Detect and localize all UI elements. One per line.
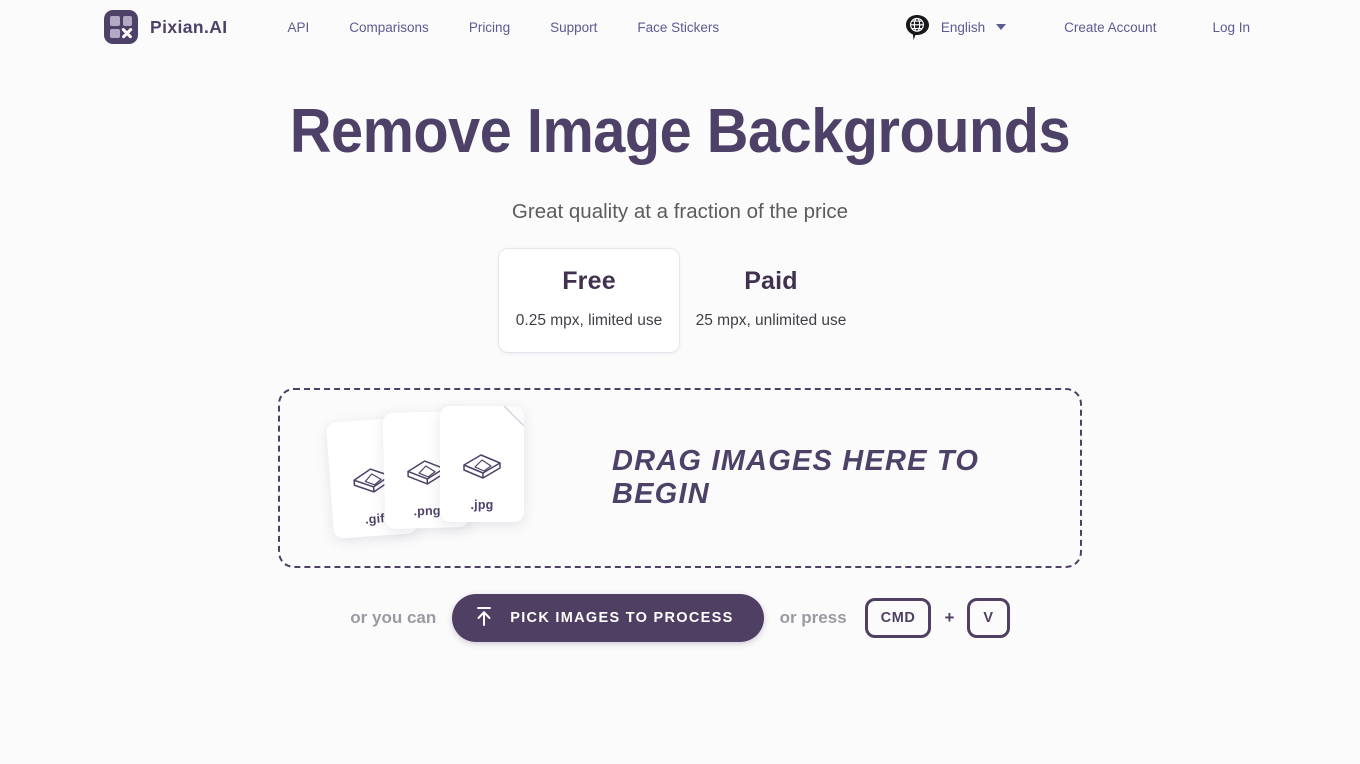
nav-item-pricing[interactable]: Pricing (449, 14, 530, 41)
pick-images-button[interactable]: PICK IMAGES TO PROCESS (452, 594, 764, 643)
nav-item-api[interactable]: API (268, 14, 330, 41)
logo-cell-3 (110, 28, 120, 38)
nav-item-comparisons[interactable]: Comparisons (329, 14, 449, 41)
site-header: Pixian.AI API Comparisons Pricing Suppor… (0, 0, 1360, 54)
file-label-gif: .gif (364, 511, 386, 527)
page-title: Remove Image Backgrounds (289, 97, 1071, 166)
upload-action-row: or you can PICK IMAGES TO PROCESS or pre… (0, 594, 1360, 643)
file-label-png: .png (413, 503, 441, 519)
key-v: V (967, 598, 1010, 639)
language-label: English (940, 19, 986, 35)
logo-close-x-icon (123, 29, 133, 39)
plan-option-free[interactable]: Free 0.25 mpx, limited use (498, 248, 680, 354)
plan-free-description: 0.25 mpx, limited use (515, 312, 663, 330)
plan-paid-title: Paid (744, 267, 798, 296)
globe-speech-bubble-icon (902, 12, 932, 42)
image-stack-icon (460, 443, 504, 488)
header-right-group: English Create Account Log In (896, 8, 1264, 46)
chevron-down-icon (996, 24, 1007, 30)
shortcut-keys: CMD + V (864, 598, 1010, 639)
language-selector[interactable]: English (896, 8, 1012, 46)
log-in-link[interactable]: Log In (1198, 14, 1264, 41)
nav-item-support[interactable]: Support (530, 14, 617, 41)
brand-name: Pixian.AI (150, 16, 228, 37)
or-you-can-label: or you can (350, 608, 437, 628)
logo-cell-2 (122, 16, 132, 26)
plan-selector: Free 0.25 mpx, limited use Paid 25 mpx, … (0, 248, 1360, 354)
file-card-jpg: .jpg (440, 406, 524, 523)
or-press-label: or press (779, 608, 847, 628)
pixian-grid-x-logo-icon (104, 10, 138, 44)
pick-images-button-label: PICK IMAGES TO PROCESS (510, 610, 734, 627)
plan-paid-description: 25 mpx, unlimited use (695, 312, 847, 330)
plan-free-title: Free (562, 267, 616, 296)
brand-logo-link[interactable]: Pixian.AI (104, 10, 228, 44)
folded-corner-icon (503, 406, 524, 427)
key-separator: + (944, 608, 955, 628)
file-label-jpg: .jpg (470, 498, 494, 513)
key-cmd: CMD (864, 598, 932, 639)
file-type-illustration: .gif .png .jpg (326, 398, 578, 558)
logo-cell-1 (110, 16, 120, 26)
page-subtitle: Great quality at a fraction of the price (511, 200, 849, 224)
upload-arrow-icon (474, 605, 494, 631)
hero-section: Remove Image Backgrounds Great quality a… (0, 99, 1360, 224)
create-account-link[interactable]: Create Account (1050, 14, 1170, 41)
image-dropzone[interactable]: .gif .png .jpg DRAG IMAGES HERE TO BEGIN (278, 388, 1082, 569)
nav-item-face-stickers[interactable]: Face Stickers (617, 14, 739, 41)
plan-option-paid[interactable]: Paid 25 mpx, unlimited use (680, 248, 862, 353)
primary-nav: API Comparisons Pricing Support Face Sti… (268, 14, 740, 41)
dropzone-message: DRAG IMAGES HERE TO BEGIN (612, 445, 980, 511)
